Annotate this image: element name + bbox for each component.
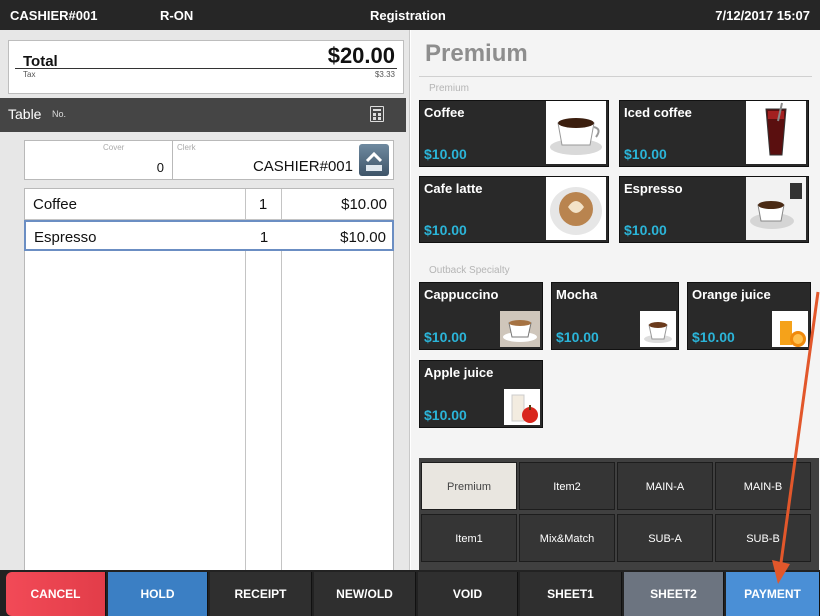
espresso-cup-image — [746, 177, 806, 240]
clerk-select-button[interactable] — [359, 144, 389, 176]
cover-clerk-row: Cover 0 Clerk CASHIER#001 — [24, 140, 394, 180]
payment-button[interactable]: PAYMENT — [726, 572, 820, 616]
item-name: Espresso — [624, 181, 683, 196]
clerk-label: Clerk — [177, 143, 196, 152]
item-button-cafe-latte[interactable]: Cafe latte $10.00 — [419, 176, 609, 243]
tab-item2[interactable]: Item2 — [519, 462, 615, 510]
iced-coffee-image — [746, 101, 806, 164]
item-name: Cappuccino — [424, 287, 499, 302]
table-label: Table — [8, 106, 42, 122]
cover-label: Cover — [103, 143, 125, 152]
total-value: $20.00 — [327, 43, 395, 68]
item-button-cappuccino[interactable]: Cappuccino $10.00 — [419, 282, 543, 350]
item-price: $10.00 — [424, 407, 467, 423]
coffee-cup-image — [546, 101, 606, 164]
item-name: Apple juice — [424, 365, 494, 380]
status-bar: CASHIER#001 R-ON Registration 7/12/2017 … — [0, 0, 820, 30]
latte-art-image — [546, 177, 606, 240]
tax-label: Tax — [23, 70, 36, 79]
menu-panel: Premium Premium Coffee $10.00 Iced coffe… — [411, 30, 820, 570]
void-button[interactable]: VOID — [418, 572, 518, 616]
item-price: $10.00 — [624, 222, 667, 238]
category-title: Premium — [425, 40, 528, 67]
order-row[interactable]: Coffee 1 $10.00 — [25, 189, 393, 220]
clerk-value: CASHIER#001 — [252, 158, 353, 175]
tab-main-b[interactable]: MAIN-B — [715, 462, 811, 510]
cover-value: 0 — [156, 160, 164, 175]
item-price: $10.00 — [424, 222, 467, 238]
sheet1-button[interactable]: SHEET1 — [520, 572, 622, 616]
sheet2-button[interactable]: SHEET2 — [624, 572, 724, 616]
apple-juice-image — [504, 389, 540, 425]
order-item-qty: 1 — [258, 196, 268, 213]
item-name: Coffee — [424, 105, 465, 120]
total-box: Total $20.00 Tax $3.33 — [8, 40, 404, 94]
item-button-espresso[interactable]: Espresso $10.00 — [619, 176, 809, 243]
orange-juice-image — [772, 311, 808, 347]
item-button-iced-coffee[interactable]: Iced coffee $10.00 — [619, 100, 809, 167]
order-item-qty: 1 — [259, 229, 269, 246]
mode-indicator: R-ON — [160, 8, 194, 23]
order-panel: Total $20.00 Tax $3.33 Table No. Cover 0… — [0, 30, 410, 590]
datetime: 7/12/2017 15:07 — [715, 8, 810, 23]
order-item-name: Espresso — [34, 229, 97, 246]
category-tabs: Premium Item2 MAIN-A MAIN-B Item1 Mix&Ma… — [419, 458, 819, 570]
item-price: $10.00 — [424, 329, 467, 345]
total-divider — [15, 68, 397, 69]
item-name: Iced coffee — [624, 105, 692, 120]
hold-button[interactable]: HOLD — [108, 572, 208, 616]
cappuccino-image — [500, 311, 540, 347]
order-item-name: Coffee — [33, 196, 77, 213]
new-old-button[interactable]: NEW/OLD — [314, 572, 416, 616]
item-button-mocha[interactable]: Mocha $10.00 — [551, 282, 679, 350]
table-no-label: No. — [52, 109, 67, 119]
order-row-selected[interactable]: Espresso 1 $10.00 — [24, 220, 394, 251]
receipt-button[interactable]: RECEIPT — [210, 572, 312, 616]
section-label-premium: Premium — [429, 83, 470, 94]
screen-title: Registration — [370, 8, 446, 23]
tab-sub-a[interactable]: SUB-A — [617, 514, 713, 562]
tab-sub-b[interactable]: SUB-B — [715, 514, 811, 562]
table-bar[interactable]: Table No. — [0, 98, 406, 132]
item-button-orange-juice[interactable]: Orange juice $10.00 — [687, 282, 811, 350]
item-button-apple-juice[interactable]: Apple juice $10.00 — [419, 360, 543, 428]
order-list: Coffee 1 $10.00 Espresso 1 $10.00 — [24, 188, 394, 590]
tab-main-a[interactable]: MAIN-A — [617, 462, 713, 510]
item-price: $10.00 — [424, 146, 467, 162]
item-name: Mocha — [556, 287, 598, 302]
item-price: $10.00 — [624, 146, 667, 162]
tab-item1[interactable]: Item1 — [421, 514, 517, 562]
order-item-price: $10.00 — [340, 229, 386, 246]
chevron-up-icon — [365, 151, 383, 171]
cover-field[interactable]: Cover 0 — [25, 141, 173, 179]
tax-value: $3.33 — [374, 70, 395, 79]
order-item-price: $10.00 — [341, 196, 387, 213]
action-bar: CANCEL HOLD RECEIPT NEW/OLD VOID SHEET1 … — [0, 570, 820, 616]
item-price: $10.00 — [556, 329, 599, 345]
item-name: Cafe latte — [424, 181, 483, 196]
item-price: $10.00 — [692, 329, 735, 345]
tab-mix-and-match[interactable]: Mix&Match — [519, 514, 615, 562]
cancel-button[interactable]: CANCEL — [6, 572, 106, 616]
tab-premium[interactable]: Premium — [421, 462, 517, 510]
calculator-icon[interactable] — [370, 106, 384, 122]
item-name: Orange juice — [692, 287, 771, 302]
item-button-coffee[interactable]: Coffee $10.00 — [419, 100, 609, 167]
section-label-outback-specialty: Outback Specialty — [429, 265, 510, 276]
mocha-image — [640, 311, 676, 347]
cashier-id: CASHIER#001 — [10, 8, 98, 23]
